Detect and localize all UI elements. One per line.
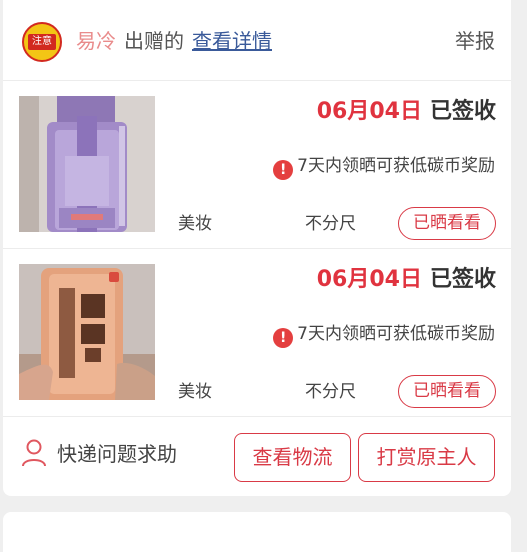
warning-icon: ! — [273, 328, 294, 348]
size-label: 不分尺 — [305, 382, 356, 402]
receipt-date: 06月04日 — [316, 99, 422, 124]
card-footer: 快递问题求助 查看物流 打赏原主人 — [3, 417, 511, 496]
badge-icon: 注意 — [22, 22, 62, 62]
view-details-link[interactable]: 查看详情 — [192, 29, 272, 53]
list-item[interactable]: 06月04日 已签收 ! 7天内领晒可获低碳币奖励 美妆 不分尺 已晒看看 — [3, 249, 511, 417]
category-label: 美妆 — [178, 214, 212, 234]
reward-notice: ! 7天内领晒可获低碳币奖励 — [273, 323, 495, 348]
category-label: 美妆 — [178, 382, 212, 402]
warning-icon: ! — [273, 160, 294, 180]
next-card — [3, 512, 511, 552]
delivery-help-label: 快递问题求助 — [57, 442, 177, 466]
view-share-button[interactable]: 已晒看看 — [398, 207, 496, 240]
status-label: 已签收 — [429, 99, 496, 124]
gift-text: 出赠的 — [124, 29, 184, 53]
donor-name[interactable]: 易冷 — [76, 29, 116, 53]
receipt-status: 06月04日 已签收 — [317, 265, 496, 295]
card-header: 注意 易冷 出赠的 查看详情 举报 — [3, 0, 511, 81]
reward-owner-button[interactable]: 打赏原主人 — [358, 433, 495, 482]
reward-text: 7天内领晒可获低碳币奖励 — [297, 324, 495, 344]
donation-card: 注意 易冷 出赠的 查看详情 举报 06月04日 已签收 ! 7天内领晒可获低碳… — [3, 0, 511, 496]
receipt-status: 06月04日 已签收 — [317, 97, 496, 127]
view-share-button[interactable]: 已晒看看 — [398, 375, 496, 408]
view-logistics-button[interactable]: 查看物流 — [234, 433, 351, 482]
product-image-perfume[interactable] — [19, 96, 155, 232]
status-label: 已签收 — [429, 267, 496, 292]
person-icon — [22, 439, 46, 467]
receipt-date: 06月04日 — [316, 267, 422, 292]
report-button[interactable]: 举报 — [455, 28, 495, 54]
product-image-shampoo[interactable] — [19, 264, 155, 400]
badge-label: 注意 — [28, 34, 56, 50]
donor-line: 易冷 出赠的 查看详情 — [76, 28, 272, 54]
delivery-help-button[interactable]: 快递问题求助 — [21, 439, 177, 468]
reward-notice: ! 7天内领晒可获低碳币奖励 — [273, 155, 495, 180]
list-item[interactable]: 06月04日 已签收 ! 7天内领晒可获低碳币奖励 美妆 不分尺 已晒看看 — [3, 81, 511, 249]
reward-text: 7天内领晒可获低碳币奖励 — [297, 156, 495, 176]
size-label: 不分尺 — [305, 214, 356, 234]
